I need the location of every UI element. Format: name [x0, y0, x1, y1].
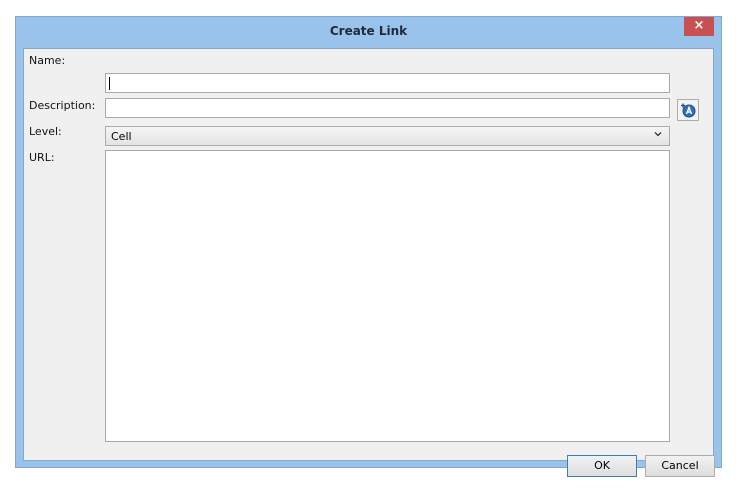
level-select[interactable]: Cell [105, 126, 670, 146]
title-bar[interactable]: Create Link × [16, 17, 721, 47]
dialog-body: Name: Description: Level: Cell URL: OK C… [23, 48, 715, 477]
url-textarea[interactable] [105, 150, 670, 442]
insert-variable-button[interactable] [677, 99, 699, 121]
text-caret [109, 77, 110, 90]
chevron-down-icon [653, 129, 663, 142]
description-field[interactable] [105, 98, 670, 118]
close-icon: × [693, 18, 705, 33]
level-label: Level: [29, 125, 62, 138]
ok-button[interactable]: OK [567, 455, 637, 477]
close-button[interactable]: × [684, 17, 714, 36]
create-link-dialog: Create Link × Name: Description: Level: [15, 16, 722, 477]
dialog-title: Create Link [329, 24, 408, 38]
description-label: Description: [29, 99, 96, 112]
cancel-button[interactable]: Cancel [645, 455, 715, 477]
name-field[interactable] [105, 73, 670, 93]
level-selected-value: Cell [111, 130, 132, 143]
url-label: URL: [29, 151, 55, 164]
name-label: Name: [29, 54, 66, 67]
